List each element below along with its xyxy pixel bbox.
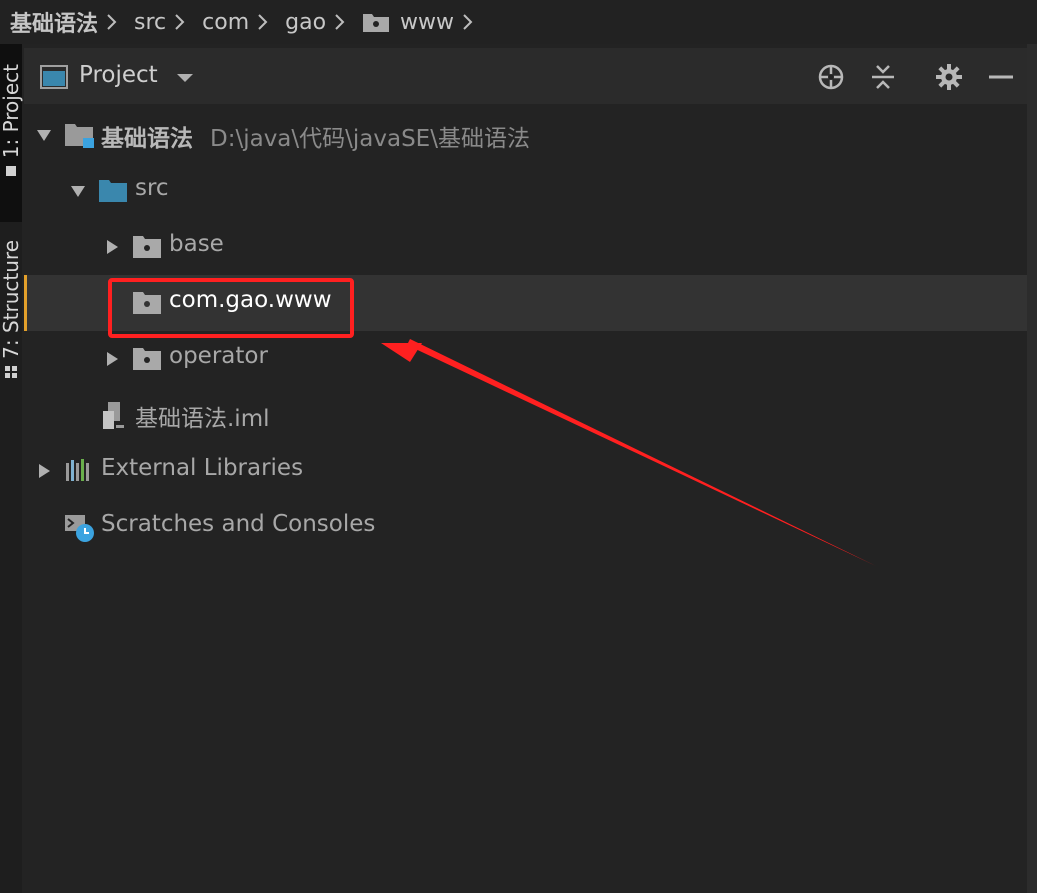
libraries-icon	[66, 459, 89, 481]
tree-item-scratches[interactable]: Scratches and Consoles	[24, 499, 1027, 555]
tree-item-label: Scratches and Consoles	[101, 511, 376, 537]
chevron-right-icon	[462, 11, 476, 33]
hide-panel-button[interactable]	[986, 62, 1016, 92]
tree-item-label: src	[135, 175, 169, 201]
scratches-icon	[65, 515, 94, 542]
breadcrumb-label: 基础语法	[10, 12, 99, 37]
tree-item-label: 基础语法.iml	[135, 406, 270, 432]
collapse-all-button[interactable]	[868, 62, 898, 92]
tool-tab-structure[interactable]: 7: Structure	[0, 240, 23, 410]
breadcrumb-item-www[interactable]: www	[362, 10, 454, 35]
right-tool-stripe	[1027, 44, 1037, 893]
project-window-icon	[40, 65, 68, 89]
folder-icon	[6, 166, 16, 177]
breadcrumb-item-gao[interactable]: gao	[285, 10, 326, 35]
breadcrumb-item-module[interactable]: 基础语法	[10, 6, 98, 38]
breadcrumb-label: www	[400, 9, 455, 35]
chevron-down-icon[interactable]	[176, 72, 194, 84]
iml-file-icon	[103, 402, 124, 429]
annotation-highlight-box	[108, 278, 354, 338]
crosshair-icon	[818, 64, 844, 90]
collapsed-arrow-icon[interactable]	[36, 463, 52, 479]
panel-title[interactable]: Project	[79, 62, 158, 88]
gear-icon	[936, 64, 962, 90]
project-panel: Project 基础语法 D:\java\代码\javaSE\基础语法 src …	[24, 48, 1027, 893]
breadcrumb-item-src[interactable]: src	[134, 10, 166, 35]
breadcrumb-item-com[interactable]: com	[202, 10, 249, 35]
collapse-all-icon	[872, 65, 894, 89]
module-name: 基础语法	[101, 126, 193, 152]
tree-item-external-libraries[interactable]: External Libraries	[24, 443, 1027, 499]
tree-item-label: operator	[169, 343, 268, 369]
module-folder-icon	[65, 124, 94, 148]
settings-button[interactable]	[934, 62, 964, 92]
chevron-right-icon	[334, 11, 348, 33]
selection-accent	[24, 275, 27, 331]
breadcrumb-label: com	[202, 9, 250, 35]
breadcrumb: 基础语法 src com gao www	[0, 0, 1037, 44]
package-folder-icon	[133, 236, 161, 258]
tree-item-label: base	[169, 231, 224, 257]
tool-tab-project[interactable]: 1: Project	[0, 44, 23, 222]
package-folder-icon	[362, 11, 390, 33]
breadcrumb-label: gao	[285, 9, 327, 35]
minimize-icon	[989, 75, 1013, 79]
project-panel-header: Project	[24, 48, 1027, 104]
tree-item-operator[interactable]: operator	[24, 331, 1027, 387]
breadcrumb-label: src	[134, 9, 167, 35]
tool-tab-label: 1: Project	[0, 64, 23, 159]
tree-item-base[interactable]: base	[24, 219, 1027, 275]
left-tool-stripe: 1: Project 7: Structure	[0, 44, 23, 893]
collapsed-arrow-icon[interactable]	[104, 239, 120, 255]
source-folder-icon	[99, 180, 127, 202]
expanded-arrow-icon[interactable]	[36, 127, 52, 143]
tree-item-label: External Libraries	[101, 455, 304, 481]
package-folder-icon	[133, 348, 161, 370]
locate-button[interactable]	[816, 62, 846, 92]
tree-item-src[interactable]: src	[24, 163, 1027, 219]
chevron-right-icon	[174, 11, 188, 33]
chevron-right-icon	[257, 11, 271, 33]
tree-item-module[interactable]: 基础语法 D:\java\代码\javaSE\基础语法	[24, 107, 1027, 163]
tree-item-iml[interactable]: 基础语法.iml	[24, 387, 1027, 443]
structure-icon	[5, 365, 17, 378]
module-path: D:\java\代码\javaSE\基础语法	[210, 126, 530, 152]
collapsed-arrow-icon[interactable]	[104, 351, 120, 367]
tool-tab-label: 7: Structure	[0, 240, 23, 359]
chevron-right-icon	[106, 11, 120, 33]
expanded-arrow-icon[interactable]	[70, 183, 86, 199]
